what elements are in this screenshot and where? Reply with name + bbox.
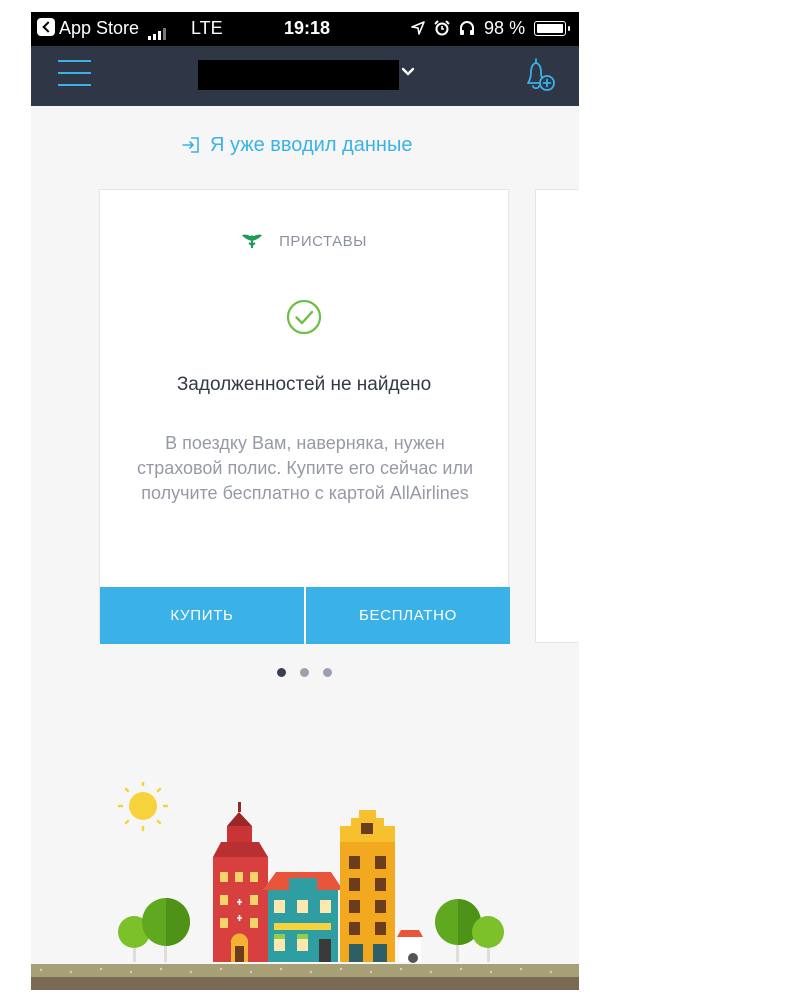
- result-title: Задолженностей не найдено: [176, 374, 432, 395]
- buy-button[interactable]: КУПИТЬ: [100, 587, 304, 644]
- carrier-label: LTE: [191, 18, 223, 38]
- bell-plus-icon[interactable]: [522, 56, 558, 94]
- status-icons: 98 %: [411, 18, 571, 39]
- already-entered-data-link[interactable]: Я уже вводил данные: [182, 134, 412, 160]
- pagination-dot-3[interactable]: [323, 668, 332, 677]
- redacted-account-title[interactable]: [198, 60, 399, 90]
- alarm-icon: [434, 20, 450, 36]
- tree-icon: [118, 898, 190, 962]
- battery-percent: 98 %: [484, 18, 526, 38]
- pagination-dot-1[interactable]: [277, 668, 286, 677]
- free-button[interactable]: БЕСПЛАТНО: [306, 587, 510, 644]
- sign-in-icon: [182, 137, 199, 153]
- ground-strip: [31, 964, 579, 990]
- headphones-icon: [460, 21, 475, 35]
- check-result-card: ПРИСТАВЫ Задолженностей не найдено В пое…: [99, 189, 510, 644]
- data-source: ПРИСТАВЫ: [100, 233, 508, 250]
- top-navigation-bar: [31, 46, 579, 106]
- app-screen: App Store LTE 19:18 98 % Я уже вводил да…: [31, 12, 579, 990]
- teal-house-icon: [263, 872, 343, 962]
- already-entered-data-label: Я уже вводил данные: [210, 134, 413, 156]
- back-arrow-icon: [37, 18, 55, 36]
- kiosk-icon: [397, 930, 423, 963]
- emblem-icon: [242, 234, 263, 248]
- result-description: В поездку Вам, наверняка, нужен страхово…: [136, 433, 474, 503]
- battery-icon: [534, 21, 571, 36]
- location-icon: [411, 21, 425, 35]
- hamburger-menu-icon[interactable]: [58, 58, 91, 88]
- yellow-house-icon: [340, 810, 395, 962]
- tree-icon: [435, 899, 504, 962]
- data-source-label: ПРИСТАВЫ: [279, 233, 367, 250]
- status-bar: App Store LTE 19:18 98 %: [31, 12, 579, 46]
- sun-icon: [117, 782, 169, 832]
- next-card-peek[interactable]: [535, 189, 579, 643]
- card-actions: КУПИТЬ БЕСПЛАТНО: [100, 587, 510, 644]
- red-house-icon: [213, 802, 268, 962]
- chevron-down-icon[interactable]: [400, 64, 416, 80]
- city-illustration: [117, 782, 504, 963]
- back-app-label: App Store: [59, 18, 140, 38]
- back-to-app-link[interactable]: App Store: [37, 18, 168, 40]
- pagination-dot-2[interactable]: [300, 668, 309, 677]
- check-circle-icon: [286, 299, 322, 335]
- clock: 19:18: [284, 18, 331, 38]
- signal-icon: [148, 19, 168, 40]
